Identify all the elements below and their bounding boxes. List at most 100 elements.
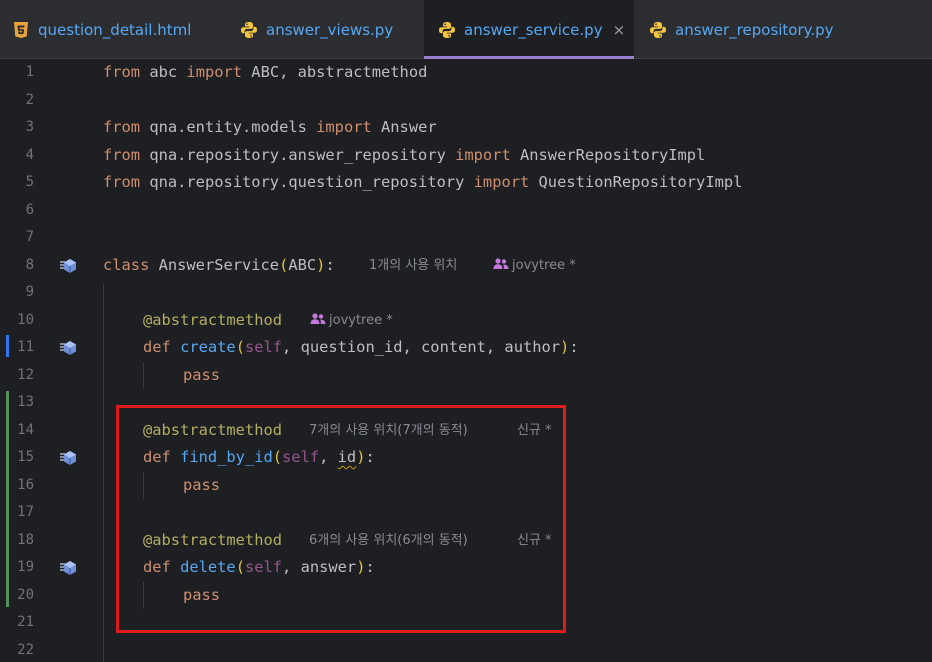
function-name: create	[170, 338, 236, 356]
code-line[interactable]: 4 from qna.repository.answer_repository …	[0, 142, 932, 170]
module-name: abc	[140, 63, 187, 81]
paren: (	[235, 338, 245, 356]
tab-label: answer_views.py	[266, 20, 394, 39]
line-number: 21	[17, 614, 34, 630]
code-line[interactable]: 17	[0, 499, 932, 527]
editor-tab-bar: question_detail.html answer_views.py ans…	[0, 0, 932, 59]
code-line[interactable]: 21	[0, 609, 932, 637]
close-icon[interactable]: ×	[613, 21, 626, 39]
code-editor[interactable]: 1 from abc import ABC, abstractmethod 2 …	[0, 59, 932, 662]
imported-names: QuestionRepositoryImpl	[529, 173, 743, 191]
code-text: pass	[183, 472, 220, 500]
code-text: from qna.repository.answer_repository im…	[103, 142, 705, 170]
tab-answer-service-py[interactable]: answer_service.py ×	[424, 0, 634, 59]
keyword: from	[103, 145, 141, 164]
code-line[interactable]: 20 pass	[0, 582, 932, 610]
code-text: def create(self, question_id, content, a…	[143, 334, 579, 362]
keyword: def	[143, 448, 171, 466]
code-line[interactable]: 5 from qna.repository.question_repositor…	[0, 169, 932, 197]
decorator: @abstractmethod	[143, 530, 282, 549]
code-line[interactable]: 22	[0, 637, 932, 662]
implemented-by-gutter-icon[interactable]	[59, 560, 77, 576]
code-text: class AnswerService(ABC):	[103, 252, 335, 280]
code-line[interactable]: 9	[0, 279, 932, 307]
shadowed-builtin-warning[interactable]: id	[338, 448, 357, 466]
author-name: jovytree *	[512, 257, 576, 273]
line-number: 15	[17, 449, 34, 465]
code-text: from qna.entity.models import Answer	[103, 114, 437, 142]
tab-label: question_detail.html	[38, 20, 192, 39]
code-line[interactable]: 19 def delete(self, answer):	[0, 554, 932, 582]
code-text: @abstractmethod	[143, 307, 282, 335]
line-number: 20	[17, 586, 34, 603]
params: , answer	[282, 558, 357, 576]
code-line[interactable]: 15 def find_by_id(self, id):	[0, 444, 932, 472]
usages-hint[interactable]: 1개의 사용 위치	[369, 252, 457, 280]
implemented-by-gutter-icon[interactable]	[59, 340, 77, 356]
decorator: @abstractmethod	[143, 420, 282, 439]
python-icon	[241, 21, 257, 38]
code-line[interactable]: 14 @abstractmethod 7개의 사용 위치(7개의 동적) 신규 …	[0, 417, 932, 445]
code-line[interactable]: 18 @abstractmethod 6개의 사용 위치(6개의 동적) 신규 …	[0, 527, 932, 555]
author-name: jovytree *	[329, 312, 393, 328]
code-line[interactable]: 7	[0, 224, 932, 252]
keyword: import	[473, 173, 530, 191]
self-param: self	[282, 448, 320, 466]
decorator: @abstractmethod	[143, 310, 282, 329]
keyword: pass	[183, 475, 221, 494]
html5-icon	[14, 21, 28, 38]
code-line[interactable]: 13	[0, 389, 932, 417]
line-number: 10	[17, 311, 34, 328]
line-number: 9	[25, 284, 34, 300]
self-param: self	[244, 558, 283, 576]
paren: (	[272, 448, 283, 466]
new-code-hint[interactable]: 신규 *	[517, 527, 552, 555]
paren: (	[279, 255, 289, 274]
tab-question-detail-html[interactable]: question_detail.html	[12, 0, 227, 59]
line-number: 13	[17, 394, 34, 410]
line-number: 12	[17, 366, 34, 383]
line-number: 3	[25, 119, 34, 135]
code-line[interactable]: 16 pass	[0, 472, 932, 500]
keyword: class	[103, 255, 150, 274]
code-line[interactable]: 6	[0, 197, 932, 225]
line-number: 8	[25, 256, 34, 273]
new-code-hint[interactable]: 신규 *	[517, 417, 552, 445]
code-text: @abstractmethod	[143, 527, 282, 555]
imported-names: ABC, abstractmethod	[242, 63, 428, 81]
params: , question_id, content, author	[282, 338, 561, 356]
keyword: import	[455, 145, 511, 164]
line-number: 18	[17, 531, 34, 548]
implemented-by-gutter-icon[interactable]	[59, 258, 77, 274]
tab-label: answer_service.py	[464, 20, 603, 39]
code-line[interactable]: 11 def create(self, question_id, content…	[0, 334, 932, 362]
code-line[interactable]: 10 @abstractmethod jovytree *	[0, 307, 932, 335]
base-class: ABC	[288, 255, 317, 274]
line-number: 11	[17, 339, 34, 355]
keyword: import	[186, 63, 243, 81]
implemented-by-gutter-icon[interactable]	[59, 450, 77, 466]
tab-answer-repository-py[interactable]: answer_repository.py	[649, 0, 879, 59]
imported-names: AnswerRepositoryImpl	[510, 145, 706, 164]
line-number: 22	[17, 641, 34, 658]
usages-hint[interactable]: 7개의 사용 위치(7개의 동적)	[309, 417, 468, 445]
code-line[interactable]: 1 from abc import ABC, abstractmethod	[0, 59, 932, 87]
line-number: 5	[25, 174, 34, 190]
author-hint[interactable]: jovytree *	[310, 307, 393, 335]
code-line[interactable]: 12 pass	[0, 362, 932, 390]
tab-answer-views-py[interactable]: answer_views.py	[240, 0, 425, 59]
colon: :	[325, 255, 335, 274]
usages-hint[interactable]: 6개의 사용 위치(6개의 동적)	[309, 527, 468, 555]
imported-names: Answer	[371, 118, 437, 136]
author-hint[interactable]: jovytree *	[493, 252, 576, 280]
keyword: pass	[183, 365, 221, 384]
keyword: from	[103, 118, 141, 136]
colon: :	[365, 558, 375, 576]
code-line[interactable]: 2	[0, 87, 932, 115]
code-line[interactable]: 8 class AnswerService(ABC): 1개의 사용 위치 jo…	[0, 252, 932, 280]
code-line[interactable]: 3 from qna.entity.models import Answer	[0, 114, 932, 142]
keyword: import	[316, 118, 372, 136]
function-name: delete	[170, 558, 236, 576]
line-number: 7	[25, 229, 34, 245]
keyword: pass	[183, 585, 221, 604]
